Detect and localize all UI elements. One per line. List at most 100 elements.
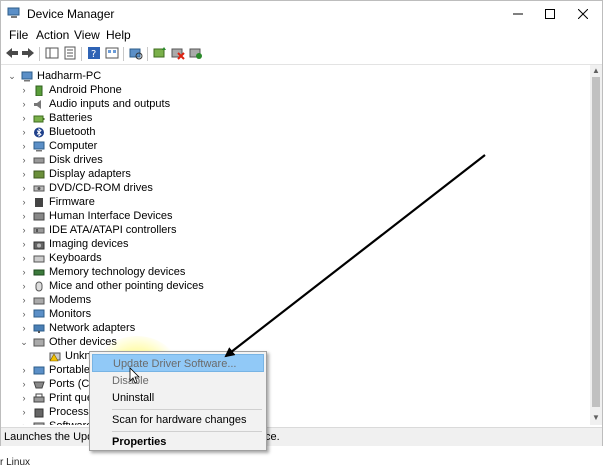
chevron-right-icon[interactable]: › bbox=[19, 295, 29, 305]
help-icon[interactable]: ? bbox=[87, 46, 101, 60]
tree-item[interactable]: › Portable bbox=[19, 363, 90, 377]
close-button[interactable] bbox=[564, 1, 602, 26]
tree-item[interactable]: › Audio inputs and outputs bbox=[19, 97, 171, 111]
tree-item-unknown-device[interactable]: Unkn bbox=[35, 349, 91, 363]
update-driver-icon[interactable] bbox=[153, 46, 167, 60]
chevron-right-icon[interactable]: › bbox=[19, 407, 29, 417]
chevron-right-icon[interactable]: › bbox=[19, 183, 29, 193]
forward-arrow-icon[interactable] bbox=[21, 46, 35, 60]
context-menu-separator bbox=[112, 431, 262, 432]
chevron-down-icon[interactable]: ⌄ bbox=[19, 337, 29, 348]
tree-root[interactable]: ⌄ Hadharm-PC bbox=[7, 69, 101, 83]
chevron-right-icon[interactable]: › bbox=[19, 113, 29, 123]
minimize-icon bbox=[513, 13, 523, 14]
bluetooth-icon bbox=[34, 127, 44, 137]
tree-item[interactable]: ⌄ Other devices bbox=[19, 335, 117, 349]
tree-item-label: Software bbox=[49, 420, 92, 425]
window-title: Device Manager bbox=[27, 7, 115, 21]
menu-view[interactable]: View bbox=[74, 28, 100, 42]
tree-item[interactable]: › Monitors bbox=[19, 307, 92, 321]
tree-item[interactable]: › Display adapters bbox=[19, 167, 131, 181]
chevron-right-icon[interactable]: › bbox=[19, 211, 29, 221]
menu-file[interactable]: File bbox=[9, 28, 28, 42]
chevron-right-icon[interactable]: › bbox=[19, 197, 29, 207]
other-devices-icon bbox=[33, 338, 45, 346]
chevron-right-icon[interactable]: › bbox=[19, 85, 29, 95]
menu-bar: File Action View Help bbox=[1, 26, 602, 44]
tree-item[interactable]: › Disk drives bbox=[19, 153, 103, 167]
chevron-right-icon[interactable]: › bbox=[19, 379, 29, 389]
tree-item[interactable]: › Computer bbox=[19, 139, 98, 153]
chevron-down-icon[interactable]: ⌄ bbox=[7, 71, 17, 82]
chevron-right-icon[interactable]: › bbox=[19, 267, 29, 277]
chevron-right-icon[interactable]: › bbox=[19, 309, 29, 319]
scroll-down-icon[interactable]: ▼ bbox=[592, 413, 600, 423]
update-driver-software-item[interactable]: Update Driver Software... bbox=[92, 354, 264, 372]
tree-item[interactable]: › Batteries bbox=[19, 111, 93, 125]
view-toggle-icon[interactable] bbox=[105, 46, 119, 60]
tree-item[interactable]: › Print que bbox=[19, 391, 94, 405]
chevron-right-icon[interactable]: › bbox=[19, 169, 29, 179]
tree-item[interactable]: › Bluetooth bbox=[19, 125, 96, 139]
chevron-right-icon[interactable]: › bbox=[19, 99, 29, 109]
menu-action[interactable]: Action bbox=[36, 28, 69, 42]
close-icon bbox=[578, 8, 588, 19]
uninstall-item[interactable]: Uninstall bbox=[92, 389, 264, 407]
tree-item[interactable]: › IDE ATA/ATAPI controllers bbox=[19, 223, 177, 237]
show-hide-console-tree-icon[interactable] bbox=[45, 46, 59, 60]
chevron-right-icon[interactable]: › bbox=[19, 239, 29, 249]
back-arrow-icon[interactable] bbox=[5, 46, 19, 60]
tree-item[interactable]: › Ports (CO bbox=[19, 377, 98, 391]
tree-item[interactable]: › Processo bbox=[19, 405, 95, 419]
tree-item-label: DVD/CD-ROM drives bbox=[49, 182, 153, 194]
battery-icon bbox=[33, 115, 45, 122]
chevron-right-icon[interactable]: › bbox=[19, 393, 29, 403]
context-menu-separator bbox=[112, 409, 262, 410]
tree-item[interactable]: › Android Phone bbox=[19, 83, 122, 97]
tree-item[interactable]: › Memory technology devices bbox=[19, 265, 186, 279]
properties-toolbar-icon[interactable] bbox=[63, 46, 77, 60]
menu-help[interactable]: Help bbox=[106, 28, 131, 42]
scan-hardware-icon[interactable] bbox=[129, 46, 143, 60]
properties-item[interactable]: Properties bbox=[92, 433, 264, 451]
uninstall-device-icon[interactable] bbox=[171, 46, 185, 60]
title-bar[interactable]: Device Manager bbox=[1, 1, 602, 26]
tree-item-label: Processo bbox=[49, 406, 95, 418]
chevron-right-icon[interactable]: › bbox=[19, 421, 29, 425]
chevron-right-icon[interactable]: › bbox=[19, 323, 29, 333]
scan-hardware-item[interactable]: Scan for hardware changes bbox=[92, 411, 264, 429]
tree-item[interactable]: › Human Interface Devices bbox=[19, 209, 173, 223]
phone-icon bbox=[35, 85, 43, 96]
tree-item[interactable]: › DVD/CD-ROM drives bbox=[19, 181, 153, 195]
chevron-right-icon[interactable]: › bbox=[19, 127, 29, 137]
enable-device-icon[interactable] bbox=[189, 46, 203, 60]
vertical-scrollbar[interactable]: ▲ ▼ bbox=[590, 65, 602, 425]
camera-icon bbox=[33, 241, 45, 249]
scroll-up-icon[interactable]: ▲ bbox=[592, 66, 600, 76]
chevron-right-icon[interactable]: › bbox=[19, 155, 29, 165]
tree-item[interactable]: › Imaging devices bbox=[19, 237, 129, 251]
tree-item[interactable]: › Mice and other pointing devices bbox=[19, 279, 204, 293]
tree-item-label: Imaging devices bbox=[49, 238, 129, 250]
computer-icon bbox=[33, 141, 45, 151]
tree-item[interactable]: › Keyboards bbox=[19, 251, 102, 265]
disable-item[interactable]: Disable bbox=[92, 372, 264, 390]
disk-drive-icon bbox=[33, 157, 45, 163]
printer-icon bbox=[33, 393, 45, 402]
chevron-right-icon[interactable]: › bbox=[19, 365, 29, 375]
scrollbar-thumb[interactable] bbox=[592, 77, 600, 407]
chevron-right-icon[interactable]: › bbox=[19, 141, 29, 151]
tree-item-label: Display adapters bbox=[49, 168, 131, 180]
tree-item-label: Portable bbox=[49, 364, 90, 376]
dvd-drive-icon bbox=[33, 185, 45, 191]
tree-item[interactable]: › Firmware bbox=[19, 195, 95, 209]
keyboard-icon bbox=[33, 255, 45, 262]
chevron-right-icon[interactable]: › bbox=[19, 225, 29, 235]
chevron-right-icon[interactable]: › bbox=[19, 253, 29, 263]
tree-item[interactable]: › Software bbox=[19, 419, 92, 425]
chevron-right-icon[interactable]: › bbox=[19, 281, 29, 291]
tree-item[interactable]: › Modems bbox=[19, 293, 92, 307]
network-icon bbox=[33, 324, 45, 333]
tree-item[interactable]: › Network adapters bbox=[19, 321, 136, 335]
tree-item-label: Modems bbox=[49, 294, 92, 306]
